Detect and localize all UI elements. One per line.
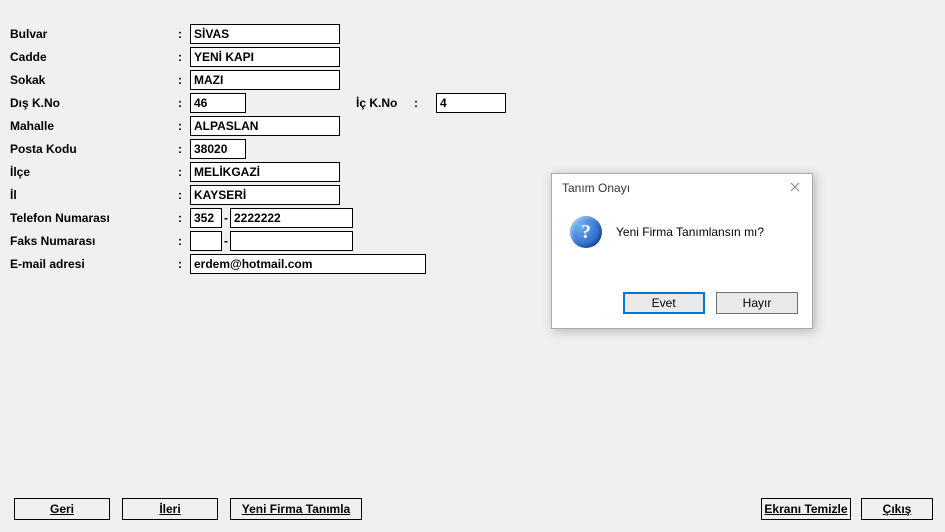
ekrani-temizle-button[interactable]: Ekranı Temizle (761, 498, 851, 520)
colon: : (414, 96, 436, 110)
input-sokak[interactable] (190, 70, 340, 90)
separator-dash: - (222, 234, 230, 248)
colon: : (178, 142, 190, 156)
separator-dash: - (222, 211, 230, 225)
ileri-button[interactable]: İleri (122, 498, 218, 520)
input-ilce[interactable] (190, 162, 340, 182)
label-il: İl (10, 188, 178, 202)
question-icon: ? (570, 216, 602, 248)
input-mahalle[interactable] (190, 116, 340, 136)
label-ilce: İlçe (10, 165, 178, 179)
confirm-dialog: Tanım Onayı ? Yeni Firma Tanımlansın mı?… (551, 173, 813, 329)
label-cadde: Cadde (10, 50, 178, 64)
colon: : (178, 234, 190, 248)
label-telefon: Telefon Numarası (10, 211, 178, 225)
dialog-title-text: Tanım Onayı (562, 181, 630, 195)
input-diskno[interactable] (190, 93, 246, 113)
input-ickno[interactable] (436, 93, 506, 113)
yeni-firma-button[interactable]: Yeni Firma Tanımla (230, 498, 362, 520)
close-icon[interactable] (782, 176, 808, 198)
label-diskno: Dış K.No (10, 96, 178, 110)
colon: : (178, 188, 190, 202)
colon: : (178, 73, 190, 87)
label-sokak: Sokak (10, 73, 178, 87)
colon: : (178, 96, 190, 110)
colon: : (178, 211, 190, 225)
colon: : (178, 165, 190, 179)
evet-button[interactable]: Evet (623, 292, 705, 314)
label-bulvar: Bulvar (10, 27, 178, 41)
bottom-toolbar: Geri İleri Yeni Firma Tanımla Ekranı Tem… (0, 498, 945, 522)
input-il[interactable] (190, 185, 340, 205)
label-email: E-mail adresi (10, 257, 178, 271)
input-cadde[interactable] (190, 47, 340, 67)
hayir-button[interactable]: Hayır (716, 292, 798, 314)
label-ickno: İç K.No (356, 96, 414, 110)
input-tel-num[interactable] (230, 208, 353, 228)
colon: : (178, 27, 190, 41)
geri-button[interactable]: Geri (14, 498, 110, 520)
input-fax-area[interactable] (190, 231, 222, 251)
input-bulvar[interactable] (190, 24, 340, 44)
label-postakodu: Posta Kodu (10, 142, 178, 156)
cikis-button[interactable]: Çıkış (861, 498, 933, 520)
input-fax-num[interactable] (230, 231, 353, 251)
input-postakodu[interactable] (190, 139, 246, 159)
label-faks: Faks Numarası (10, 234, 178, 248)
colon: : (178, 119, 190, 133)
colon: : (178, 50, 190, 64)
input-tel-area[interactable] (190, 208, 222, 228)
label-mahalle: Mahalle (10, 119, 178, 133)
colon: : (178, 257, 190, 271)
input-email[interactable] (190, 254, 426, 274)
address-form: Bulvar : Cadde : Sokak : Dış K.No : İç K… (10, 22, 506, 275)
dialog-message: Yeni Firma Tanımlansın mı? (616, 225, 764, 239)
dialog-title: Tanım Onayı (552, 174, 812, 202)
